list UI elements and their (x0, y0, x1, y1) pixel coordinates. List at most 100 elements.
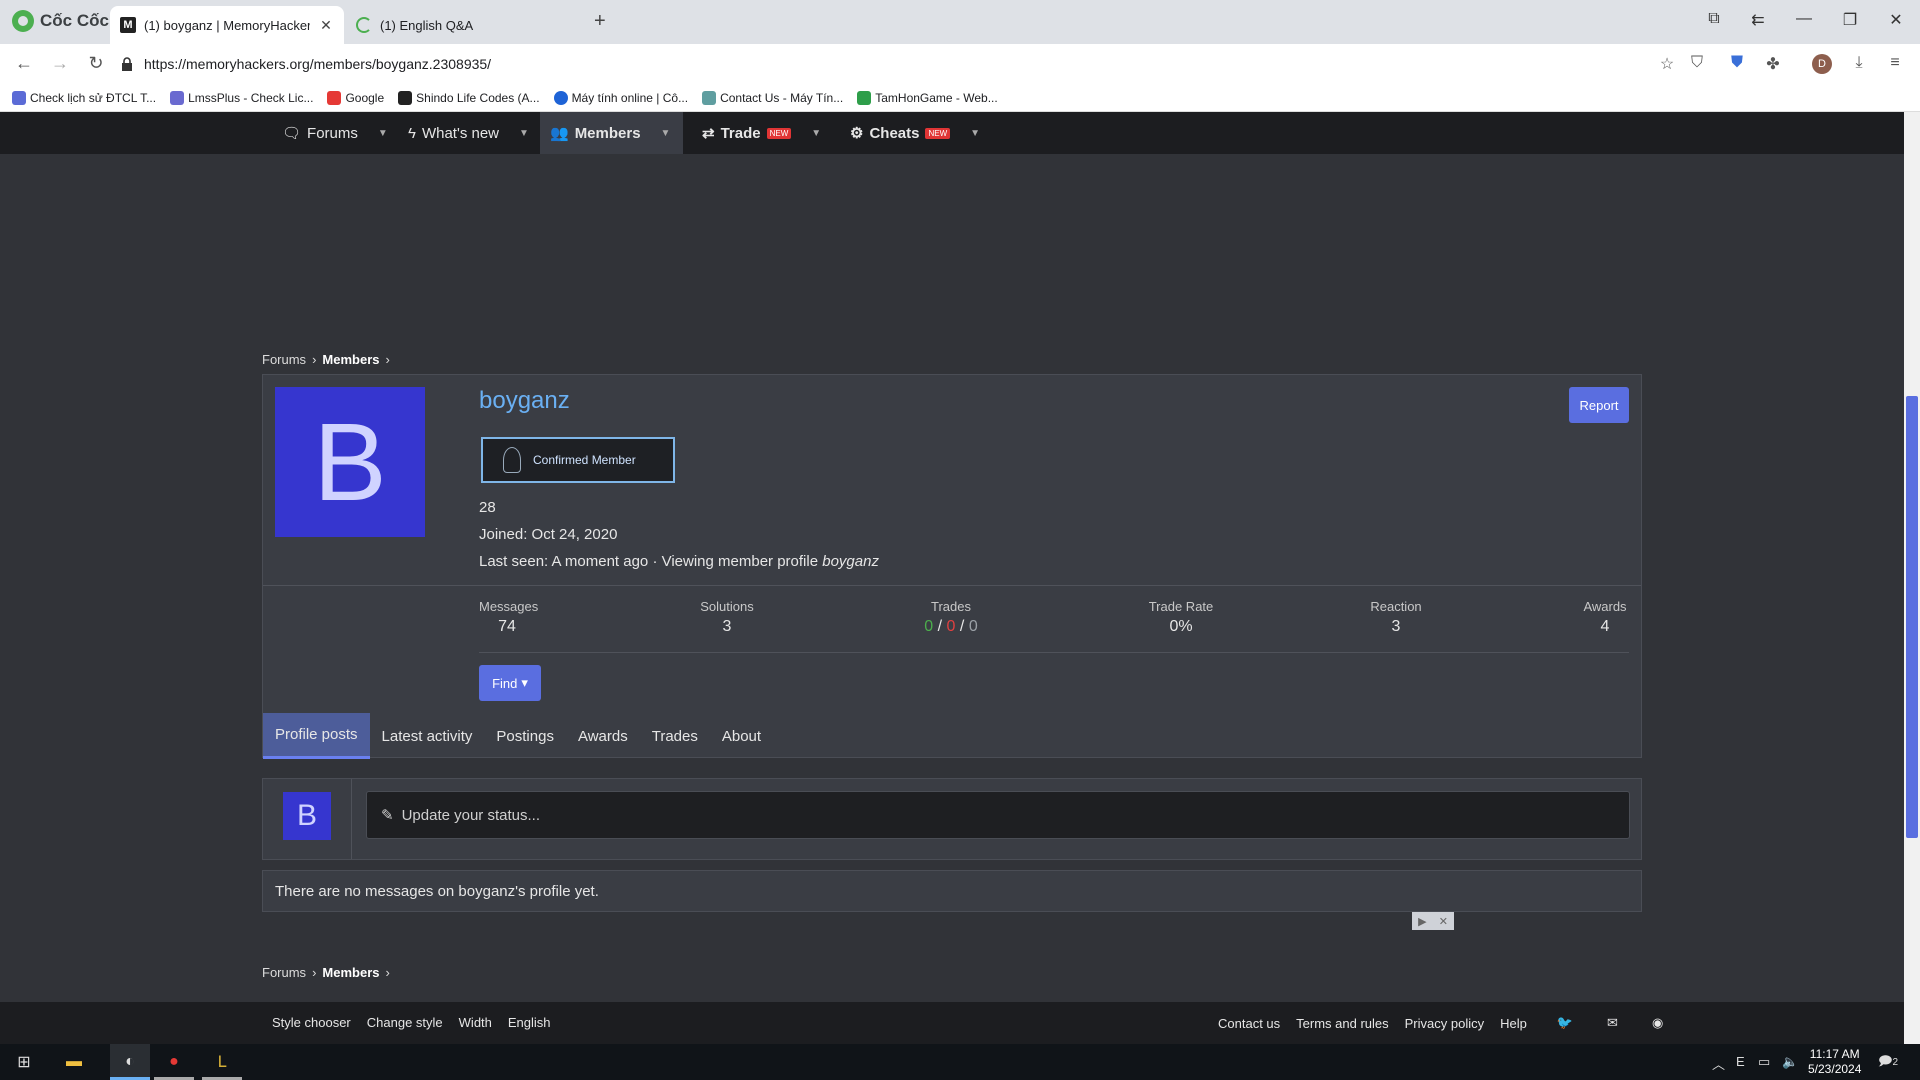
bookmark-item[interactable]: Google (327, 90, 384, 105)
chevron-down-icon[interactable]: ▼ (661, 128, 671, 139)
joined-date: Joined: Oct 24, 2020 (479, 526, 618, 543)
windows-start-icon[interactable]: ⊞ (10, 1048, 38, 1076)
tab-about[interactable]: About (710, 713, 773, 759)
last-seen-username[interactable]: boyganz (822, 553, 879, 570)
tab-profile-posts[interactable]: Profile posts (263, 713, 370, 759)
ad-controls[interactable]: ▶ ✕ (1412, 912, 1454, 930)
breadcrumb-forums[interactable]: Forums (262, 965, 306, 980)
shield-icon[interactable]: ⛉ (1686, 54, 1708, 72)
bookmark-label: Máy tính online | Cô... (571, 90, 689, 105)
tab-awards[interactable]: Awards (566, 713, 640, 759)
stat-awards[interactable]: Awards 4 (1579, 599, 1631, 636)
star-bookmark-icon[interactable]: ☆ (1656, 54, 1678, 74)
chevron-down-icon[interactable]: ▼ (811, 128, 821, 139)
bookmark-item[interactable]: Contact Us - Máy Tín... (702, 90, 843, 105)
nav-forums[interactable]: 🗨 Forums ▼ (272, 112, 398, 154)
twitter-icon[interactable]: 🐦 (1557, 1015, 1573, 1031)
breadcrumb-members[interactable]: Members (322, 352, 379, 367)
network-icon[interactable]: ▭ (1758, 1054, 1770, 1070)
coccoc-taskbar-icon[interactable]: ◐ (110, 1044, 150, 1080)
new-tab-icon[interactable]: + (594, 10, 606, 33)
username[interactable]: boyganz (479, 387, 570, 415)
nav-members[interactable]: 👥 Members ▼ (540, 112, 683, 154)
stat-trades[interactable]: Trades 0 / 0 / 0 (913, 599, 989, 636)
footer-change-style[interactable]: Change style (367, 1015, 443, 1030)
footer-language[interactable]: English (508, 1015, 551, 1030)
league-icon[interactable]: Ⅼ (208, 1048, 236, 1076)
red-app-icon[interactable]: ● (160, 1048, 188, 1076)
footer-contact-us[interactable]: Contact us (1218, 1016, 1280, 1031)
ad-close-icon[interactable]: ✕ (1439, 915, 1448, 928)
ad-play-icon[interactable]: ▶ (1418, 915, 1426, 928)
tab-trades[interactable]: Trades (640, 713, 710, 759)
close-tab-icon[interactable]: ✕ (318, 17, 334, 34)
screen-search-icon[interactable]: ⧉ (1702, 10, 1726, 28)
nav-whats-new[interactable]: ϟ What's new ▼ (398, 112, 539, 154)
footer-style-chooser[interactable]: Style chooser (272, 1015, 351, 1030)
footer-width[interactable]: Width (459, 1015, 492, 1030)
browser-profile-avatar[interactable]: D (1812, 54, 1832, 74)
tab-title: (1) English Q&A (380, 17, 474, 33)
url-field[interactable]: https://memoryhackers.org/members/boygan… (120, 50, 1680, 78)
extension-shield-icon[interactable]: ⛊ (1726, 54, 1748, 72)
back-arrow-icon[interactable]: ← (12, 53, 36, 74)
bookmark-item[interactable]: TamHonGame - Web... (857, 90, 998, 105)
stat-messages[interactable]: Messages 74 (479, 599, 538, 636)
tab-memoryhackers[interactable]: M (1) boyganz | MemoryHacker ✕ (110, 6, 344, 44)
avatar[interactable]: B (275, 387, 425, 537)
chevron-down-icon[interactable]: ▼ (378, 128, 388, 139)
find-button[interactable]: Find ▾ (479, 665, 541, 701)
reload-icon[interactable]: ↻ (84, 53, 108, 74)
forward-arrow-icon[interactable]: → (48, 53, 72, 74)
bookmark-item[interactable]: Shindo Life Codes (A... (398, 90, 540, 105)
new-badge: NEW (766, 127, 792, 139)
breadcrumb-members[interactable]: Members (322, 965, 379, 980)
footer-privacy[interactable]: Privacy policy (1405, 1016, 1484, 1031)
breadcrumb-forums[interactable]: Forums (262, 352, 306, 367)
ime-icon[interactable]: E (1736, 1054, 1745, 1069)
bookmark-item[interactable]: Máy tính online | Cô... (553, 90, 689, 105)
person-icon (503, 447, 521, 473)
chevron-down-icon[interactable]: ▼ (519, 128, 529, 139)
nav-trade[interactable]: ⇄ Trade NEW ▼ (692, 112, 831, 154)
status-input[interactable]: ✎ Update your status... (366, 791, 1630, 839)
stat-label: Solutions (700, 599, 754, 614)
mail-icon[interactable]: ✉ (1607, 1015, 1618, 1031)
bookmark-item[interactable]: Check lịch sử ĐTCL T... (12, 90, 156, 105)
confirmed-member-badge: Confirmed Member (481, 437, 675, 483)
tab-latest-activity[interactable]: Latest activity (370, 713, 485, 759)
chat-icon: 🗨 (282, 125, 302, 142)
nav-label: Members (574, 124, 641, 142)
lock-icon (122, 57, 132, 71)
footer-help[interactable]: Help (1500, 1016, 1527, 1031)
bookmark-favicon-icon (857, 90, 872, 105)
file-explorer-icon[interactable]: ▬ (60, 1048, 88, 1076)
system-clock[interactable]: 11:17 AM 5/23/2024 (1808, 1047, 1861, 1077)
nav-cheats[interactable]: ⚙ Cheats NEW ▼ (840, 112, 990, 154)
tab-english-qa[interactable]: (1) English Q&A (346, 6, 580, 44)
minimize-icon[interactable]: — (1792, 10, 1816, 28)
back-history-icon[interactable]: ⇇ (1746, 10, 1770, 30)
tab-postings[interactable]: Postings (484, 713, 566, 759)
bookmark-item[interactable]: LmssPlus - Check Lic... (170, 90, 313, 105)
volume-icon[interactable]: 🔈 (1782, 1054, 1798, 1070)
nav-label: Trade (720, 124, 761, 142)
stat-solutions[interactable]: Solutions 3 (699, 599, 755, 636)
browser-brand[interactable]: Cốc Cốc (12, 10, 109, 32)
close-window-icon[interactable]: ✕ (1884, 10, 1908, 30)
puzzle-extensions-icon[interactable]: ✤ (1762, 54, 1784, 74)
footer-terms[interactable]: Terms and rules (1296, 1016, 1388, 1031)
notifications-icon[interactable]: 🗩2 (1878, 1052, 1898, 1074)
stat-reaction[interactable]: Reaction 3 (1366, 599, 1426, 636)
report-button[interactable]: Report (1569, 387, 1629, 423)
tray-chevron-icon[interactable]: ︿ (1712, 1054, 1725, 1073)
menu-icon[interactable]: ≡ (1884, 54, 1906, 72)
stat-value: 0 / 0 / 0 (913, 618, 989, 636)
stat-trade-rate[interactable]: Trade Rate 0% (1143, 599, 1219, 636)
rss-icon[interactable]: ◉ (1652, 1015, 1663, 1031)
chevron-down-icon[interactable]: ▼ (970, 128, 980, 139)
download-icon[interactable]: ⤓ (1848, 54, 1870, 72)
restore-icon[interactable]: ❐ (1838, 10, 1862, 30)
avatar[interactable]: B (283, 792, 331, 840)
page-scrollbar-thumb[interactable] (1906, 396, 1918, 838)
